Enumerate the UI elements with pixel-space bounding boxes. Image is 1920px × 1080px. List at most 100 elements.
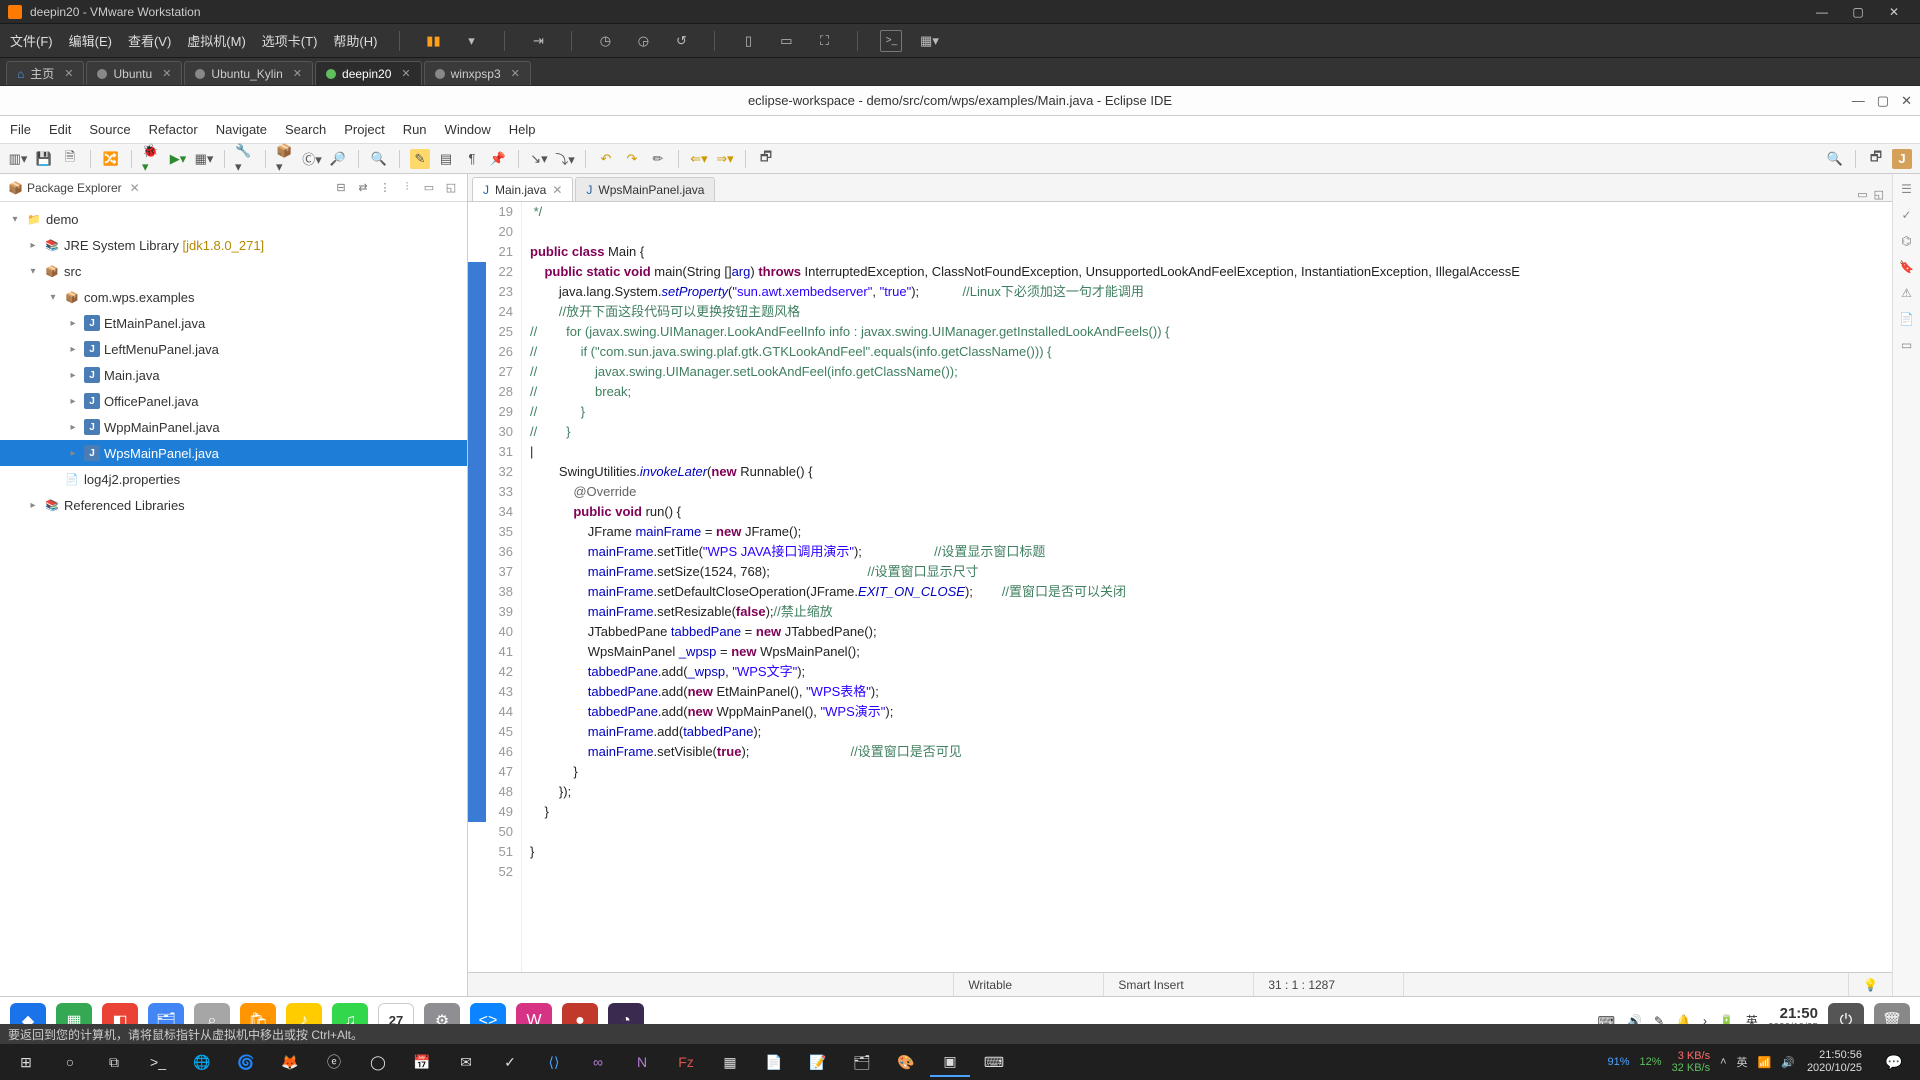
- save-all-icon[interactable]: 🗎: [60, 149, 80, 169]
- eclipse-menu-item[interactable]: File: [10, 122, 31, 137]
- vs-icon[interactable]: ∞: [578, 1047, 618, 1077]
- new-package-icon[interactable]: 📦▾: [276, 149, 296, 169]
- eclipse-close-icon[interactable]: ✕: [1901, 93, 1912, 109]
- open-type-icon[interactable]: 🔎: [328, 149, 348, 169]
- coverage-icon[interactable]: ▦▾: [194, 149, 214, 169]
- close-view-icon[interactable]: ✕: [130, 181, 140, 195]
- vmware-tab[interactable]: deepin20✕: [315, 61, 422, 85]
- outline-icon[interactable]: ☰: [1898, 180, 1916, 198]
- chevron-icon[interactable]: [66, 422, 80, 433]
- eclipse-menu-item[interactable]: Window: [445, 122, 491, 137]
- decl-icon[interactable]: ▭: [1898, 336, 1916, 354]
- block-sel-icon[interactable]: ▤: [436, 149, 456, 169]
- eclipse-menu-item[interactable]: Project: [344, 122, 384, 137]
- menu-view[interactable]: 查看(V): [128, 31, 171, 50]
- quick-search-icon[interactable]: 🔍: [1825, 149, 1845, 169]
- tab-close-icon[interactable]: ✕: [552, 183, 562, 197]
- windows-clock[interactable]: 21:50:56 2020/10/25: [1799, 1049, 1870, 1075]
- chevron-icon[interactable]: [8, 214, 22, 225]
- maximize-button[interactable]: ▢: [1840, 0, 1876, 24]
- editor-tab[interactable]: JWpsMainPanel.java: [575, 177, 715, 201]
- vmware-tab[interactable]: Ubuntu_Kylin✕: [184, 61, 313, 85]
- filezilla-icon[interactable]: Fz: [666, 1047, 706, 1077]
- vmware-tab[interactable]: ⌂主页✕: [6, 61, 84, 85]
- vscode-icon[interactable]: ⟨⟩: [534, 1047, 574, 1077]
- eclipse-menu-item[interactable]: Refactor: [149, 122, 198, 137]
- link-editor-icon[interactable]: ⇄: [355, 180, 371, 196]
- layout2-icon[interactable]: ▭: [775, 30, 797, 52]
- javadoc-icon[interactable]: 📄: [1898, 310, 1916, 328]
- unity-icon[interactable]: ▦▾: [918, 30, 940, 52]
- eclipse-maximize-icon[interactable]: ▢: [1877, 93, 1889, 109]
- chevron-icon[interactable]: [26, 266, 40, 277]
- chevron-icon[interactable]: [66, 396, 80, 407]
- view-menu-icon[interactable]: ⋮: [377, 180, 393, 196]
- terminal-icon[interactable]: >_: [138, 1047, 178, 1077]
- layout1-icon[interactable]: ▯: [737, 30, 759, 52]
- chevron-icon[interactable]: [66, 370, 80, 381]
- hierarchy-icon[interactable]: ⌬: [1898, 232, 1916, 250]
- code-editor[interactable]: 1920212223242526272829303132333435363738…: [468, 202, 1892, 972]
- chevron-icon[interactable]: [66, 318, 80, 329]
- tree-item[interactable]: 📦src: [0, 258, 467, 284]
- console-icon[interactable]: >_: [880, 30, 902, 52]
- editor-max-icon[interactable]: ◱: [1874, 188, 1884, 201]
- code-content[interactable]: */public class Main { public static void…: [522, 202, 1892, 972]
- tree-item[interactable]: 📚JRE System Library [jdk1.8.0_271]: [0, 232, 467, 258]
- chevron-icon[interactable]: [66, 448, 80, 459]
- tab-close-icon[interactable]: ✕: [162, 67, 171, 80]
- tree-item[interactable]: 📁demo: [0, 206, 467, 232]
- minimize-button[interactable]: —: [1804, 0, 1840, 24]
- problems-icon[interactable]: ⚠: [1898, 284, 1916, 302]
- step-over-icon[interactable]: ⤵▾: [555, 149, 575, 169]
- cortana-icon[interactable]: ○: [50, 1047, 90, 1077]
- ie-icon[interactable]: ⓔ: [314, 1047, 354, 1077]
- vmware-task-icon[interactable]: ▣: [930, 1047, 970, 1077]
- pause-icon[interactable]: ▮▮: [422, 30, 444, 52]
- notepad-icon[interactable]: 📝: [798, 1047, 838, 1077]
- tree-item[interactable]: JMain.java: [0, 362, 467, 388]
- editor-min-icon[interactable]: ▭: [1857, 188, 1867, 201]
- java-persp-icon[interactable]: J: [1892, 149, 1912, 169]
- show-ws-icon[interactable]: ¶: [462, 149, 482, 169]
- new-class-icon[interactable]: Ⓒ▾: [302, 149, 322, 169]
- onenote-icon[interactable]: N: [622, 1047, 662, 1077]
- tab-close-icon[interactable]: ✕: [511, 67, 520, 80]
- eclipse-minimize-icon[interactable]: —: [1852, 93, 1865, 109]
- prev-icon[interactable]: ⇐▾: [689, 149, 709, 169]
- task-icon[interactable]: ✓: [1898, 206, 1916, 224]
- bookmark-icon[interactable]: 🔖: [1898, 258, 1916, 276]
- tray-lang-icon[interactable]: 英: [1737, 1054, 1748, 1070]
- pin-icon[interactable]: 📌: [488, 149, 508, 169]
- ext-tools-icon[interactable]: 🔧▾: [235, 149, 255, 169]
- tree-item[interactable]: JWppMainPanel.java: [0, 414, 467, 440]
- tree-item[interactable]: JEtMainPanel.java: [0, 310, 467, 336]
- eclipse-menu-item[interactable]: Source: [89, 122, 130, 137]
- tab-close-icon[interactable]: ✕: [401, 67, 410, 80]
- firefox-icon[interactable]: 🦊: [270, 1047, 310, 1077]
- back-nav-icon[interactable]: ↶: [596, 149, 616, 169]
- eclipse-menu-item[interactable]: Help: [509, 122, 536, 137]
- chevron-icon[interactable]: [66, 344, 80, 355]
- tree-item[interactable]: JOfficePanel.java: [0, 388, 467, 414]
- app1-icon[interactable]: ▦: [710, 1047, 750, 1077]
- tip-icon[interactable]: 💡: [1849, 973, 1892, 996]
- min-view-icon[interactable]: ▭: [421, 180, 437, 196]
- package-tree[interactable]: 📁demo📚JRE System Library [jdk1.8.0_271]📦…: [0, 202, 467, 996]
- start-icon[interactable]: ⊞: [6, 1047, 46, 1077]
- browser-icon[interactable]: ◯: [358, 1047, 398, 1077]
- eclipse-menu-item[interactable]: Search: [285, 122, 326, 137]
- close-button[interactable]: ✕: [1876, 0, 1912, 24]
- menu-edit[interactable]: 编辑(E): [69, 31, 112, 50]
- tray-vol-icon[interactable]: 🔊: [1781, 1056, 1795, 1069]
- calendar-icon[interactable]: 📅: [402, 1047, 442, 1077]
- save-icon[interactable]: 💾: [34, 149, 54, 169]
- tree-item[interactable]: 📄log4j2.properties: [0, 466, 467, 492]
- collapse-all-icon[interactable]: ⊟: [333, 180, 349, 196]
- vmware-tab[interactable]: Ubuntu✕: [86, 61, 182, 85]
- eclipse-menu-item[interactable]: Run: [403, 122, 427, 137]
- outlook-icon[interactable]: ✉: [446, 1047, 486, 1077]
- open-persp-icon[interactable]: 🗗: [756, 149, 776, 169]
- chevron-icon[interactable]: [26, 500, 40, 511]
- editor-tab[interactable]: JMain.java✕: [472, 177, 573, 201]
